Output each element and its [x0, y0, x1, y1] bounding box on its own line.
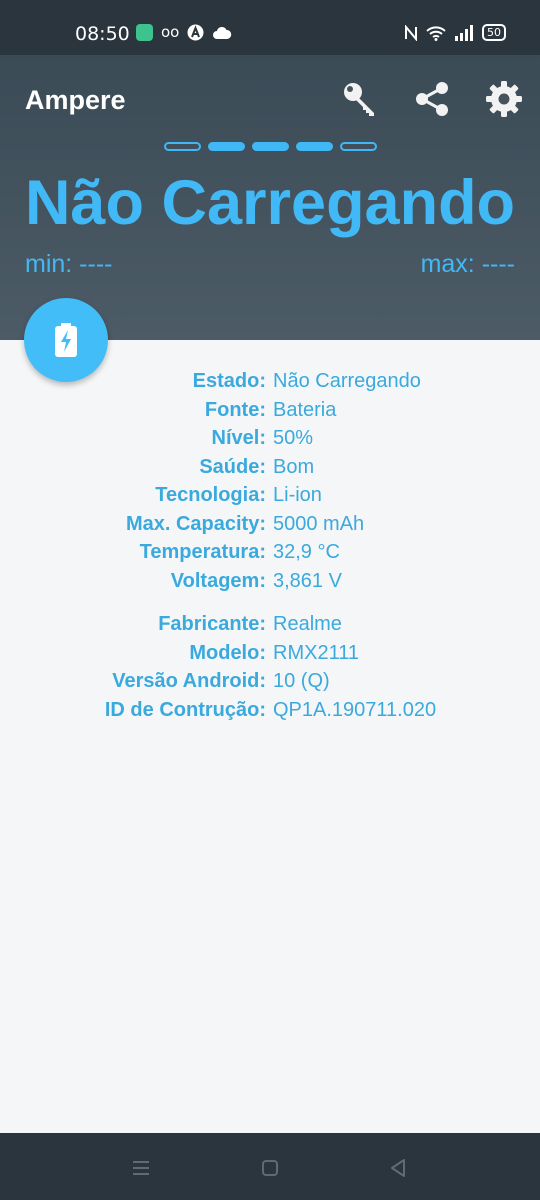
- wifi-icon: [426, 25, 446, 41]
- info-value: Realme: [273, 613, 342, 635]
- info-value: QP1A.190711.020: [273, 698, 437, 721]
- status-time: 08:50: [75, 23, 130, 45]
- info-value: Bateria: [273, 398, 337, 421]
- device-info-row: ID de Contrução: QP1A.190711.020: [0, 699, 540, 728]
- info-value: 5000 mAh: [273, 512, 365, 535]
- share-icon: [416, 82, 448, 116]
- info-label: Nível:: [211, 427, 266, 449]
- back-triangle-icon: [391, 1159, 405, 1177]
- app-notification-icon: [136, 24, 153, 41]
- info-value: Li-ion: [273, 484, 322, 506]
- info-value: RMX2111: [273, 641, 359, 664]
- info-label: Saúde:: [199, 455, 266, 478]
- app-header: Ampere Não Carregando min: ---- max: ---…: [0, 55, 540, 340]
- settings-button[interactable]: [482, 77, 526, 121]
- battery-info-row: Fonte: Bateria: [0, 399, 540, 428]
- navigation-bar: [0, 1133, 540, 1200]
- min-current: min: ----: [25, 250, 113, 278]
- notification-icons: oo: [136, 24, 232, 41]
- a-icon: [187, 24, 204, 41]
- page-dot: [340, 142, 377, 151]
- battery-info-row: Saúde: Bom: [0, 456, 540, 485]
- info-value: 10 (Q): [273, 670, 330, 692]
- key-icon: [344, 83, 374, 116]
- key-button[interactable]: [338, 77, 382, 121]
- info-label: Temperatura:: [139, 541, 266, 563]
- info-label: Max. Capacity:: [125, 512, 266, 535]
- home-button[interactable]: [255, 1153, 285, 1183]
- battery-info-row: Voltagem: 3,861 V: [0, 570, 540, 599]
- info-label: Versão Android:: [112, 670, 266, 692]
- battery-fab-button[interactable]: [24, 298, 108, 382]
- info-label: Voltagem:: [170, 569, 266, 592]
- system-icons: 50: [404, 24, 506, 41]
- recent-apps-button[interactable]: [126, 1153, 156, 1183]
- battery-info-row: Max. Capacity: 5000 mAh: [0, 513, 540, 542]
- page-dot: [164, 142, 201, 151]
- info-label: Fabricante:: [158, 613, 266, 635]
- menu-icon: [133, 1161, 149, 1175]
- battery-icon: 50: [482, 24, 506, 41]
- gear-icon: [486, 81, 522, 117]
- device-info-row: Versão Android: 10 (Q): [0, 670, 540, 699]
- page-dot: [252, 142, 289, 151]
- info-label: Tecnologia:: [155, 484, 266, 506]
- voicemail-icon: oo: [161, 23, 180, 41]
- page-indicator: [164, 142, 377, 151]
- home-square-icon: [262, 1160, 278, 1176]
- battery-info-list: Estado: Não Carregando Fonte: Bateria Nível:…: [0, 370, 540, 727]
- info-label: ID de Contrução:: [104, 698, 266, 721]
- device-info-row: Fabricante: Realme: [0, 613, 540, 642]
- battery-info-row: Tecnologia: Li-ion: [0, 484, 540, 513]
- page-dot: [208, 142, 245, 151]
- signal-icon: [455, 24, 473, 41]
- cloud-icon: [213, 26, 232, 39]
- page-dot: [296, 142, 333, 151]
- share-button[interactable]: [410, 77, 454, 121]
- battery-info-row: Temperatura: 32,9 °C: [0, 541, 540, 570]
- back-button[interactable]: [383, 1153, 413, 1183]
- app-title: Ampere: [25, 85, 126, 115]
- battery-info-row: Nível: 50%: [0, 427, 540, 456]
- info-label: Estado:: [192, 370, 266, 392]
- info-value: Bom: [273, 455, 315, 478]
- info-label: Modelo:: [189, 641, 266, 664]
- battery-charging-icon: [55, 323, 77, 357]
- charging-status-text: Não Carregando: [24, 168, 516, 238]
- info-value: 50%: [273, 427, 314, 449]
- info-value: 3,861 V: [273, 569, 342, 592]
- max-current: max: ----: [420, 250, 515, 278]
- status-bar: 08:50 oo 50: [0, 0, 540, 55]
- info-label: Fonte:: [204, 398, 266, 421]
- nfc-icon: [405, 24, 417, 41]
- info-value: 32,9 °C: [273, 541, 340, 563]
- info-value: Não Carregando: [273, 370, 421, 392]
- device-info-row: Modelo: RMX2111: [0, 642, 540, 671]
